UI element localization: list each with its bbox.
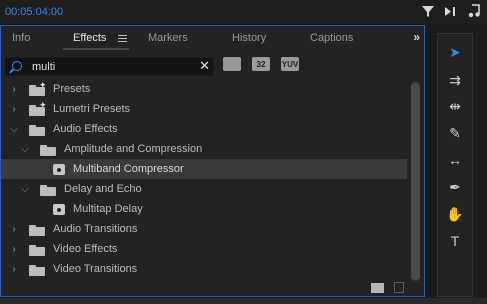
- folder-item[interactable]: › ✦ Presets: [1, 79, 407, 99]
- tab-history[interactable]: History: [232, 32, 266, 44]
- panel-footer: [371, 281, 404, 293]
- playhead-timecode[interactable]: 00:05:04:00: [5, 6, 63, 18]
- chevron-down-icon[interactable]: ⌵: [9, 124, 19, 135]
- folder-item[interactable]: ⌵ Audio Effects: [1, 119, 407, 139]
- track-select-tool-icon[interactable]: ⇉: [438, 68, 472, 92]
- folder-item[interactable]: ⌵ Amplitude and Compression: [1, 139, 407, 159]
- search-icon: [12, 61, 22, 71]
- folder-icon: [29, 264, 45, 276]
- sparkle-icon: ✦: [39, 79, 47, 90]
- active-tab-indicator: [63, 48, 129, 50]
- top-bar: [0, 0, 487, 24]
- effect-item[interactable]: Multitap Delay: [1, 199, 407, 219]
- accelerated-effects-filter-icon[interactable]: [223, 57, 241, 71]
- folder-icon: [40, 184, 56, 196]
- tab-markers[interactable]: Markers: [148, 32, 188, 44]
- clear-search-icon[interactable]: ✕: [199, 58, 210, 74]
- tab-effects-label: Effects: [73, 32, 107, 44]
- music-note-icon[interactable]: [467, 3, 481, 19]
- chevron-right-icon[interactable]: ›: [9, 264, 19, 275]
- audio-effect-icon: [53, 163, 65, 175]
- tab-captions[interactable]: Captions: [310, 32, 353, 44]
- tree-item-label: Amplitude and Compression: [64, 143, 203, 155]
- tab-effects[interactable]: Effects: [73, 32, 127, 44]
- chevron-right-icon[interactable]: ›: [9, 84, 19, 95]
- hand-tool-icon[interactable]: ✋: [438, 202, 472, 226]
- new-custom-bin-icon[interactable]: [371, 283, 384, 293]
- funnel-icon[interactable]: [421, 3, 435, 19]
- effects-search-box: ✕: [5, 57, 214, 76]
- tab-info[interactable]: Info: [12, 32, 30, 44]
- folder-icon: [29, 124, 45, 136]
- type-tool-icon[interactable]: T: [438, 229, 472, 253]
- tree-item-label: Video Effects: [53, 243, 118, 255]
- effect-item[interactable]: Multiband Compressor: [1, 159, 407, 179]
- tree-item-label: Video Transitions: [53, 263, 138, 275]
- panel-tab-bar: Info Effects Markers History Captions »: [1, 26, 424, 52]
- tree-item-label: Presets: [53, 83, 91, 95]
- folder-item[interactable]: › Audio Transitions: [1, 219, 407, 239]
- 32-bit-filter-icon[interactable]: 32: [252, 57, 270, 71]
- folder-icon: [40, 144, 56, 156]
- effects-panel: Info Effects Markers History Captions » …: [0, 25, 425, 297]
- folder-icon: [29, 224, 45, 236]
- effects-search-input[interactable]: [32, 59, 192, 74]
- chevron-down-icon[interactable]: ⌵: [20, 144, 30, 155]
- folder-item[interactable]: › ✦ Lumetri Presets: [1, 99, 407, 119]
- play-in-icon[interactable]: [444, 3, 458, 19]
- tree-item-label: Audio Transitions: [53, 223, 138, 235]
- chevron-right-icon[interactable]: ›: [9, 104, 19, 115]
- top-toolbar: [421, 3, 481, 19]
- pen-tool-icon[interactable]: ✒: [438, 175, 472, 199]
- panel-overflow-button[interactable]: »: [413, 30, 420, 44]
- folder-item[interactable]: ⌵ Delay and Echo: [1, 179, 407, 199]
- tools-panel: ➤ ⇉ ⇹ ✎ ↔ ✒ ✋ T: [437, 33, 473, 297]
- preset-bin-icon: ✦: [29, 100, 47, 116]
- slip-tool-icon[interactable]: ↔: [438, 148, 472, 172]
- effects-tree: › ✦ Presets › ✦ Lumetri Presets ⌵ Audio Effects…: [1, 79, 407, 279]
- tree-item-label: Multiband Compressor: [73, 163, 184, 175]
- tree-item-label: Delay and Echo: [64, 183, 142, 195]
- folder-icon: [29, 244, 45, 256]
- panel-menu-icon[interactable]: [117, 34, 127, 42]
- tree-item-label: Audio Effects: [53, 123, 118, 135]
- folder-item[interactable]: › Video Effects: [1, 239, 407, 259]
- vertical-scrollbar-thumb[interactable]: [411, 83, 420, 280]
- preset-bin-icon: ✦: [29, 80, 47, 96]
- delete-icon[interactable]: [394, 282, 404, 293]
- folder-item[interactable]: › Video Transitions: [1, 259, 407, 279]
- razor-tool-icon[interactable]: ✎: [438, 121, 472, 145]
- selection-tool-icon[interactable]: ➤: [438, 40, 472, 64]
- chevron-right-icon[interactable]: ›: [9, 244, 19, 255]
- yuv-filter-icon[interactable]: YUV: [281, 57, 299, 71]
- ripple-edit-tool-icon[interactable]: ⇹: [438, 94, 472, 118]
- bottom-scrollbar[interactable]: [0, 298, 487, 304]
- chevron-down-icon[interactable]: ⌵: [20, 184, 30, 195]
- audio-effect-icon: [53, 203, 65, 215]
- tree-item-label: Lumetri Presets: [53, 103, 131, 115]
- sparkle-icon: ✦: [39, 99, 47, 110]
- tree-item-label: Multitap Delay: [73, 203, 143, 215]
- chevron-right-icon[interactable]: ›: [9, 224, 19, 235]
